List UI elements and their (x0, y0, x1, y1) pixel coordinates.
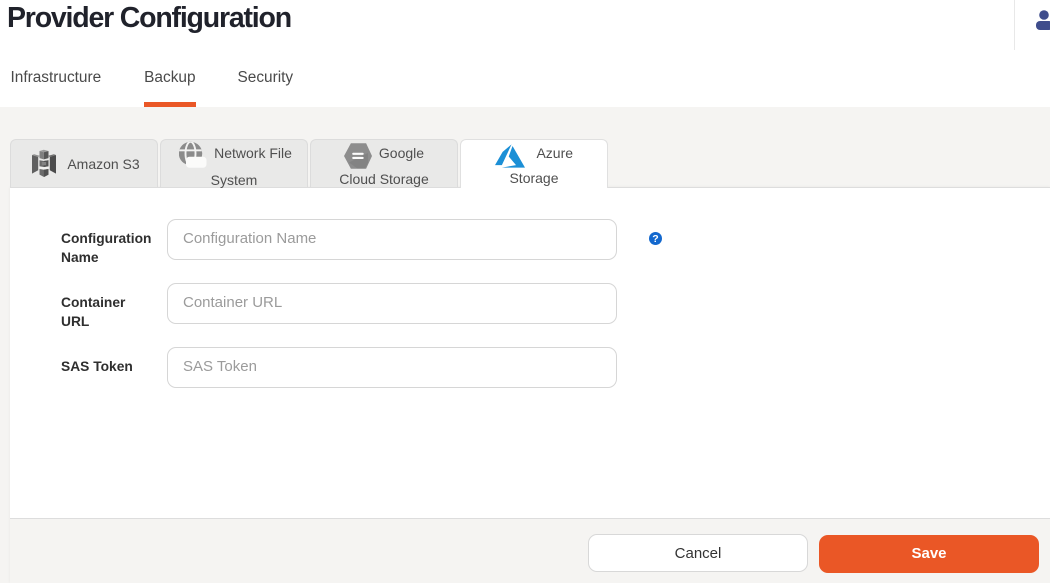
svg-text:?: ? (652, 233, 658, 245)
